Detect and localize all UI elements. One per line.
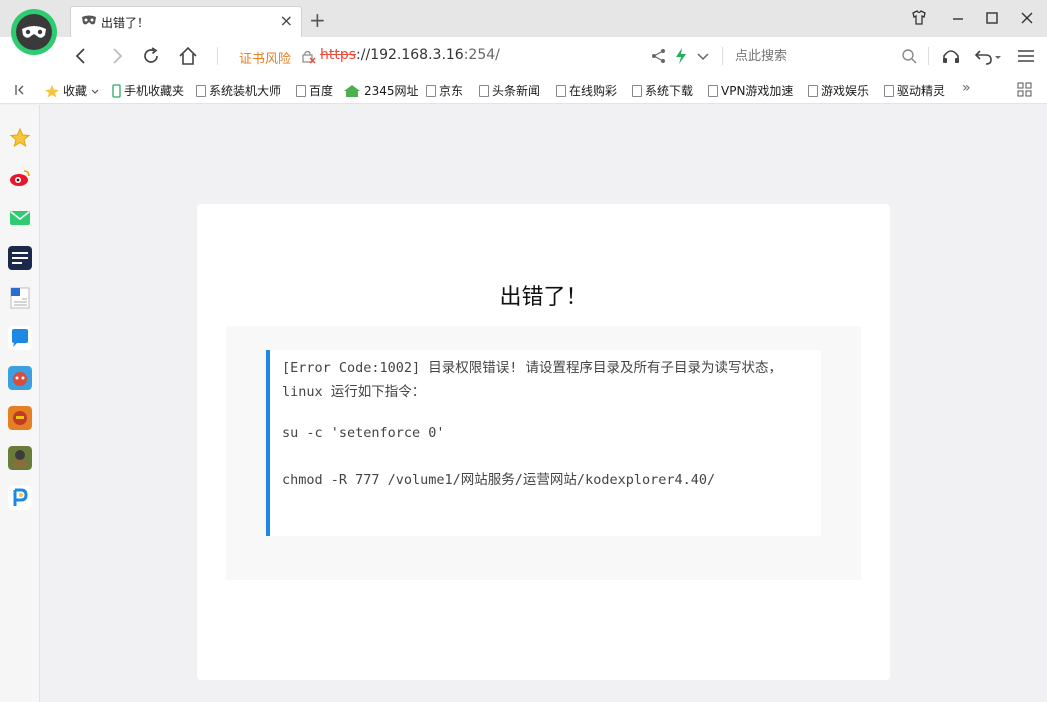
bookmark-item[interactable]: 2345网址 — [343, 82, 419, 99]
page-icon — [556, 84, 566, 97]
bookmarks-more-button[interactable]: » — [962, 80, 971, 96]
game-icon-2[interactable] — [8, 406, 32, 430]
bookmark-item[interactable]: 驱动精灵 — [884, 82, 945, 99]
page-icon — [296, 84, 306, 97]
command-setenforce: su -c 'setenforce 0' — [282, 425, 445, 441]
divider — [928, 47, 929, 65]
bookmark-favorites-label: 收藏 — [63, 84, 88, 98]
game-icon-3[interactable] — [8, 446, 32, 470]
url-port: :254/ — [463, 47, 500, 63]
headphones-icon[interactable] — [940, 45, 962, 67]
undo-icon[interactable] — [973, 45, 995, 67]
page-icon — [632, 84, 642, 97]
phone-icon — [112, 83, 121, 98]
bookmark-item[interactable]: 头条新闻 — [479, 82, 540, 99]
command-chmod: chmod -R 777 /volume1/网站服务/运营网站/kodexplo… — [282, 472, 716, 488]
page-title: 出错了！ — [499, 285, 588, 310]
house-2345-icon — [344, 84, 360, 97]
page-icon — [708, 84, 718, 97]
bookmark-item[interactable]: 百度 — [296, 82, 333, 99]
reload-icon[interactable] — [140, 45, 162, 67]
tab-close-button[interactable]: × — [280, 13, 293, 29]
error-panel: [Error Code:1002] 目录权限错误! 请设置程序目录及所有子目录为… — [226, 326, 861, 580]
divider — [217, 47, 218, 65]
apps-grid-icon[interactable] — [1017, 82, 1033, 98]
pin-icon[interactable] — [8, 486, 32, 510]
share-icon[interactable] — [648, 45, 670, 67]
search-input[interactable] — [735, 46, 895, 66]
maximize-icon[interactable] — [982, 8, 1002, 28]
page-icon — [884, 84, 894, 97]
url-field[interactable]: https://192.168.3.16:254/ — [320, 47, 500, 63]
browser-logo[interactable] — [10, 8, 58, 56]
bookmark-item[interactable]: 在线购彩 — [556, 82, 617, 99]
mail-icon[interactable] — [8, 206, 32, 230]
home-icon[interactable] — [177, 45, 199, 67]
back-icon[interactable] — [70, 45, 92, 67]
page-icon — [808, 84, 818, 97]
page-icon — [196, 84, 206, 97]
speed-mode-icon[interactable] — [670, 45, 692, 67]
page-icon — [479, 84, 489, 97]
tab-bar: 出错了！ × + — [0, 0, 1047, 37]
certificate-warning[interactable]: 证书风险 — [239, 48, 291, 67]
error-card: 出错了！ [Error Code:1002] 目录权限错误! 请设置程序目录及所… — [197, 204, 890, 680]
news-icon[interactable] — [8, 246, 32, 270]
bookmark-item[interactable]: 系统装机大师 — [196, 82, 281, 99]
star-icon[interactable] — [8, 126, 32, 150]
bookmark-item[interactable]: 京东 — [426, 82, 463, 99]
search-icon[interactable] — [898, 45, 920, 67]
bookmarks-bar: 收藏 手机收藏夹 系统装机大师 百度 2345网址 京东 头条新闻 在线购彩 系… — [0, 75, 1047, 104]
menu-icon[interactable] — [1015, 45, 1037, 67]
tab-title: 出错了！ — [101, 16, 150, 30]
tab-active[interactable]: 出错了！ × — [70, 6, 302, 37]
weibo-icon[interactable] — [8, 166, 32, 190]
sidebar — [0, 105, 40, 702]
game-icon-1[interactable] — [8, 366, 32, 390]
close-window-icon[interactable] — [1017, 8, 1037, 28]
url-protocol: https — [320, 47, 357, 63]
address-bar-row: 证书风险 https://192.168.3.16:254/ — [0, 37, 1047, 75]
bookmark-item[interactable]: 手机收藏夹 — [112, 82, 184, 99]
mask-icon — [82, 15, 96, 25]
page-icon — [426, 84, 436, 97]
undo-menu-chevron-icon[interactable] — [993, 45, 1003, 67]
insecure-lock-icon[interactable] — [300, 48, 316, 64]
error-code-line: [Error Code:1002] 目录权限错误! 请设置程序目录及所有子目录为… — [282, 360, 783, 376]
error-message: [Error Code:1002] 目录权限错误! 请设置程序目录及所有子目录为… — [266, 350, 821, 536]
minimize-icon[interactable] — [948, 8, 968, 28]
skin-icon[interactable] — [909, 8, 929, 28]
bookmark-item[interactable]: VPN游戏加速 — [708, 82, 793, 99]
chevron-down-icon — [91, 89, 99, 94]
word-icon[interactable] — [8, 286, 32, 310]
new-tab-button[interactable]: + — [309, 10, 326, 30]
forward-icon[interactable] — [106, 45, 128, 67]
star-icon — [45, 84, 59, 97]
linux-instruction-line: linux 运行如下指令： — [282, 384, 426, 400]
url-host: ://192.168.3.16 — [356, 47, 464, 63]
chevron-down-icon[interactable] — [692, 45, 714, 67]
bookmark-favorites[interactable]: 收藏 — [44, 82, 100, 99]
divider — [722, 47, 723, 65]
bookmark-item[interactable]: 游戏娱乐 — [808, 82, 869, 99]
collapse-sidebar-icon[interactable] — [13, 83, 27, 97]
chat-icon[interactable] — [8, 326, 32, 350]
bookmark-item[interactable]: 系统下载 — [632, 82, 693, 99]
